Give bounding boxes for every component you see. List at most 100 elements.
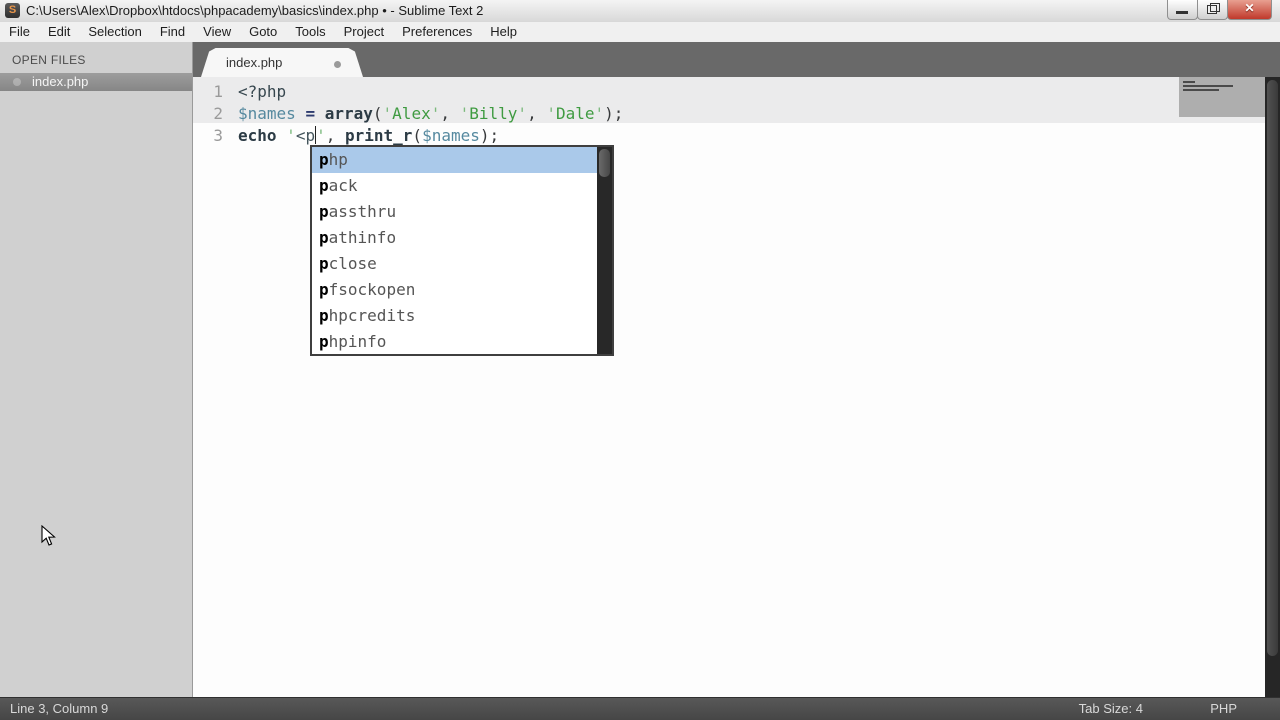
modified-dot-icon [334, 61, 341, 68]
code-token: ' [459, 104, 470, 123]
menu-find[interactable]: Find [151, 22, 194, 42]
autocomplete-item-phpinfo[interactable]: p hpinfo [312, 328, 612, 354]
autocomplete-prefix: p [319, 228, 329, 248]
code-token: <p [295, 126, 316, 145]
open-files-list: index.php [0, 73, 192, 91]
syntax-status[interactable]: PHP [1210, 698, 1237, 720]
code-token: ' [517, 104, 528, 123]
code-token: ' [546, 104, 556, 123]
minimap[interactable] [1179, 77, 1265, 697]
sublime-window: S C:\Users\Alex\Dropbox\htdocs\phpacadem… [0, 0, 1280, 720]
line-number: 3 [213, 126, 223, 145]
minimap-viewport[interactable] [1179, 77, 1265, 117]
autocomplete-prefix: p [319, 176, 329, 196]
editor-scrollbar[interactable] [1265, 77, 1280, 697]
autocomplete-rest: ack [328, 176, 358, 196]
status-bar: Line 3, Column 9 Tab Size: 4 PHP [0, 697, 1280, 720]
cursor-position-status: Line 3, Column 9 [10, 701, 109, 716]
autocomplete-rest: assthru [328, 202, 397, 222]
autocomplete-prefix: p [319, 253, 329, 273]
autocomplete-prefix: p [319, 305, 329, 325]
code-token: ' [594, 104, 605, 123]
close-icon: ✕ [1244, 1, 1255, 15]
line-number: 2 [213, 104, 223, 123]
code-token: Dale [555, 104, 595, 123]
restore-icon [1207, 3, 1220, 14]
autocomplete-prefix: p [319, 279, 329, 299]
menu-file[interactable]: File [0, 22, 39, 42]
menu-help[interactable]: Help [481, 22, 526, 42]
minimize-icon [1176, 11, 1188, 14]
menu-view[interactable]: View [194, 22, 240, 42]
code-lines: 1 <?php 2 $names = array('Alex', 'Billy', '… [193, 81, 1193, 147]
autocomplete-item-pfsockopen[interactable]: p fsockopen [312, 276, 612, 302]
main-area: OPEN FILES index.php index.php 1 <?php 2 $n… [0, 42, 1280, 697]
code-token: echo [238, 126, 277, 145]
autocomplete-item-pathinfo[interactable]: p athinfo [312, 225, 612, 251]
menu-project[interactable]: Project [335, 22, 393, 42]
menu-tools[interactable]: Tools [286, 22, 334, 42]
code-token: ' [430, 104, 441, 123]
minimize-button[interactable] [1167, 0, 1198, 20]
file-dot-icon [13, 78, 21, 86]
editor: index.php 1 <?php 2 $names = array('Alex', … [193, 42, 1280, 697]
minimap-code-line [1183, 89, 1219, 91]
title-bar: S C:\Users\Alex\Dropbox\htdocs\phpacadem… [0, 0, 1280, 23]
autocomplete-prefix: p [319, 331, 329, 351]
window-title: C:\Users\Alex\Dropbox\htdocs\phpacademy\… [26, 3, 484, 18]
code-token: <?php [238, 82, 287, 101]
autocomplete-rest: athinfo [328, 228, 397, 248]
menu-selection[interactable]: Selection [79, 22, 150, 42]
code-token: print_r [344, 126, 413, 145]
window-controls: ✕ [1167, 0, 1272, 20]
tab-label: index.php [226, 55, 283, 70]
mouse-cursor-icon [41, 525, 56, 546]
code-token: $names [238, 104, 296, 123]
sidebar: OPEN FILES index.php [0, 42, 193, 697]
autocomplete-popup: p hp p ack p assthru p athinfo p close p fsockopen p… [310, 145, 614, 356]
menu-bar: File Edit Selection Find View Goto Tools Projec… [0, 22, 1280, 42]
open-file-row[interactable]: index.php [0, 73, 192, 91]
autocomplete-item-pclose[interactable]: p close [312, 251, 612, 277]
line-number: 1 [213, 82, 223, 101]
menu-goto[interactable]: Goto [240, 22, 286, 42]
editor-scrollbar-thumb[interactable] [1267, 80, 1278, 656]
autocomplete-item-pack[interactable]: p ack [312, 173, 612, 199]
menu-edit[interactable]: Edit [39, 22, 79, 42]
restore-button[interactable] [1197, 0, 1228, 20]
autocomplete-rest: hp [328, 150, 348, 170]
autocomplete-rest: fsockopen [328, 279, 416, 299]
autocomplete-rest: hpcredits [328, 305, 416, 325]
code-area[interactable]: 1 <?php 2 $names = array('Alex', 'Billy', '… [193, 77, 1280, 697]
code-token: Billy [469, 104, 518, 123]
autocomplete-scrollbar[interactable] [597, 147, 612, 354]
open-files-header: OPEN FILES [12, 53, 86, 67]
close-button[interactable]: ✕ [1227, 0, 1272, 20]
code-token: = [305, 104, 316, 123]
code-token: ); [604, 104, 624, 123]
code-token: ' [286, 126, 296, 145]
code-token: ' [316, 126, 326, 145]
autocomplete-item-passthru[interactable]: p assthru [312, 199, 612, 225]
code-token: , [527, 104, 547, 123]
autocomplete-scrollbar-thumb[interactable] [599, 149, 610, 177]
autocomplete-item-phpcredits[interactable]: p hpcredits [312, 302, 612, 328]
menu-preferences[interactable]: Preferences [393, 22, 481, 42]
autocomplete-prefix: p [319, 202, 329, 222]
tab-bar: index.php [193, 42, 1280, 77]
code-line: 3 echo '<p', print_r($names); [193, 125, 1193, 147]
autocomplete-rest: hpinfo [328, 331, 387, 351]
code-token: ( [412, 126, 423, 145]
code-token: ( [372, 104, 383, 123]
autocomplete-rest: close [328, 253, 377, 273]
tab-index-php[interactable]: index.php [201, 48, 363, 77]
autocomplete-item-php[interactable]: p hp [312, 147, 612, 173]
code-token: ' [382, 104, 393, 123]
minimap-code-line [1183, 85, 1233, 87]
code-token: , [440, 104, 460, 123]
tab-size-status[interactable]: Tab Size: 4 [1079, 698, 1143, 720]
sublime-logo-icon: S [5, 3, 20, 18]
